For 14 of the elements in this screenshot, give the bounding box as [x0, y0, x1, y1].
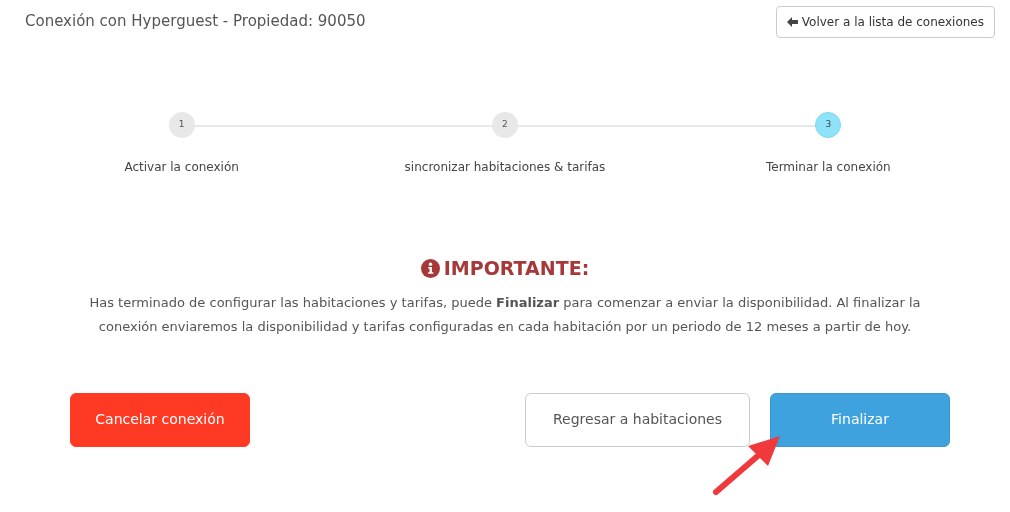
page-title: Conexión con Hyperguest - Propiedad: 90050 — [25, 11, 366, 32]
step-number: 1 — [168, 112, 195, 138]
back-to-rooms-button[interactable]: Regresar a habitaciones — [525, 392, 750, 447]
arrow-left-icon — [786, 17, 798, 27]
step-number: 2 — [492, 112, 518, 138]
info-icon — [420, 258, 440, 278]
step-label: Activar la conexión — [124, 159, 239, 176]
back-button[interactable]: Volver a la lista de conexiones — [775, 6, 995, 38]
step-label: Terminar la conexión — [765, 159, 891, 176]
step-label: sincronizar habitaciones & tarifas — [404, 159, 606, 176]
cancel-button[interactable]: Cancelar conexión — [70, 392, 250, 447]
notice-text: Has terminado de configurar las habitaciones y tarifas, puede Finalizar para comenzar a enviar la disponibilidad. Al finalizar la conexión enviaremos la disponibilidad y tarifas configuradas en cada habitación por un periodo de 12 meses a partir de hoy. — [88, 293, 922, 336]
step-number: 3 — [815, 112, 842, 138]
notice-heading: IMPORTANTE: — [443, 256, 590, 281]
